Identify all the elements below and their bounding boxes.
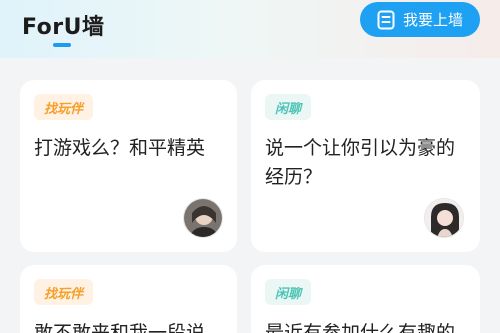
- post-button-label: 我要上墙: [402, 11, 463, 29]
- post-card[interactable]: 闲聊 说一个让你引以为豪的经历？: [251, 80, 480, 252]
- top-header: ForU墙 我要上墙: [0, 0, 500, 58]
- post-title: 最近有参加什么有趣的: [265, 322, 456, 333]
- post-card[interactable]: 闲聊 最近有参加什么有趣的: [251, 265, 480, 333]
- post-tag: 找玩伴: [34, 94, 94, 120]
- title-underline: [53, 43, 71, 47]
- wall-feed: 找玩伴 打游戏么？和平精英 闲聊 说一个让你引以为豪的经历？ 找玩伴 敢不敢来和…: [0, 58, 500, 333]
- post-tag: 闲聊: [265, 279, 312, 305]
- post-card[interactable]: 找玩伴 敢不敢来和我一段说: [20, 265, 237, 333]
- avatar[interactable]: [183, 198, 223, 238]
- post-card[interactable]: 找玩伴 打游戏么？和平精英: [20, 80, 237, 252]
- post-title: 打游戏么？和平精英: [34, 137, 206, 159]
- post-tag: 闲聊: [265, 94, 312, 120]
- post-to-wall-button[interactable]: 我要上墙: [360, 2, 480, 37]
- page-title: ForU墙: [22, 15, 105, 40]
- avatar[interactable]: [424, 198, 464, 238]
- post-tag: 找玩伴: [34, 279, 94, 305]
- post-title: 敢不敢来和我一段说: [34, 322, 206, 333]
- note-icon: [377, 10, 395, 30]
- post-title: 说一个让你引以为豪的经历？: [265, 137, 456, 188]
